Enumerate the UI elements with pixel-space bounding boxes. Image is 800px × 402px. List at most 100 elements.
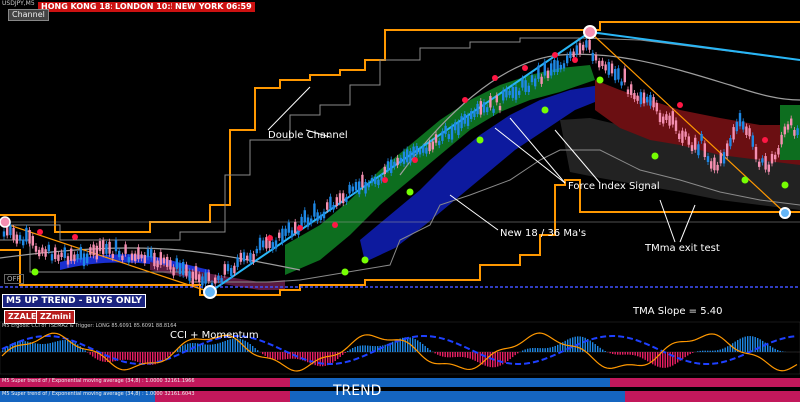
candle-body xyxy=(710,161,713,169)
candle-body xyxy=(431,141,434,150)
cci-hist-bar xyxy=(369,345,371,352)
cci-hist-bar xyxy=(419,342,421,352)
cci-hist-bar xyxy=(167,352,169,357)
cci-hist-bar xyxy=(747,336,749,352)
candle-body xyxy=(178,263,182,274)
zzmini-button[interactable]: ZZmini xyxy=(36,310,76,324)
cci-hist-bar xyxy=(352,347,354,352)
candle-body xyxy=(140,254,143,259)
cci-hist-bar xyxy=(652,352,654,365)
cci-hist-bar xyxy=(769,345,771,352)
cci-hist-bar xyxy=(774,348,776,352)
cci-hist-bar xyxy=(657,352,659,367)
candle-body xyxy=(281,228,284,243)
price-chart[interactable] xyxy=(0,0,800,402)
cci-hist-bar xyxy=(757,338,759,352)
candle-body xyxy=(118,250,121,258)
cci-hist-bar xyxy=(139,352,141,363)
candle-body xyxy=(239,252,242,262)
cci-hist-bar xyxy=(557,344,559,352)
cci-hist-bar xyxy=(509,352,511,360)
buy-dot xyxy=(596,76,604,84)
candle-body xyxy=(70,248,73,261)
candle-body xyxy=(217,275,220,281)
candle-body xyxy=(434,134,438,143)
buy-dot xyxy=(651,152,659,160)
candle-body xyxy=(172,267,175,276)
candle-body xyxy=(617,68,620,80)
cci-hist-bar xyxy=(427,347,429,352)
candle-body xyxy=(668,115,671,126)
candle-body xyxy=(137,247,140,260)
off-toggle[interactable]: OFF xyxy=(4,274,24,284)
candle-body xyxy=(130,253,134,261)
channel-button[interactable]: Channel xyxy=(8,9,49,21)
candle-body xyxy=(646,96,649,103)
candle-body xyxy=(479,101,482,115)
cci-hist-bar xyxy=(59,340,61,352)
cci-hist-bar xyxy=(444,352,446,358)
cci-hist-bar xyxy=(87,352,89,353)
cci-hist-bar xyxy=(534,347,536,352)
candle-body xyxy=(143,254,146,264)
candle-body xyxy=(146,249,150,258)
candle-body xyxy=(543,61,546,76)
candle-body xyxy=(354,182,358,191)
candle-body xyxy=(278,232,281,238)
cci-hist-bar xyxy=(49,343,51,352)
candle-body xyxy=(338,193,342,203)
cci-hist-bar xyxy=(662,352,664,368)
cci-hist-bar xyxy=(742,337,744,352)
cci-hist-bar xyxy=(254,348,256,352)
zigzag-high-marker-left xyxy=(0,216,11,228)
candle-body xyxy=(454,122,457,131)
candle-body xyxy=(591,52,594,61)
candle-body xyxy=(166,256,169,267)
candle-body xyxy=(418,149,422,155)
candle-body xyxy=(191,271,194,285)
candle-body xyxy=(559,64,562,70)
candle-body xyxy=(44,249,47,257)
cci-hist-bar xyxy=(552,346,554,352)
cci-hist-bar xyxy=(332,352,334,363)
sell-dot xyxy=(332,222,338,228)
candle-body xyxy=(623,68,626,83)
cci-hist-bar xyxy=(337,352,339,360)
candle-body xyxy=(182,262,185,275)
candle-body xyxy=(649,95,652,106)
cci-hist-bar xyxy=(179,346,181,352)
candle-body xyxy=(294,221,297,234)
cci-hist-bar xyxy=(449,352,451,358)
cci-hist-bar xyxy=(722,348,724,352)
candle-body xyxy=(447,134,450,139)
candle-body xyxy=(655,103,658,112)
zigzag-low-marker xyxy=(203,285,217,299)
candle-body xyxy=(713,157,716,171)
cci-hist-bar xyxy=(494,352,496,368)
candle-body xyxy=(252,253,255,262)
candle-body xyxy=(521,78,524,88)
candle-body xyxy=(114,240,118,252)
candle-body xyxy=(620,81,623,86)
candle-body xyxy=(262,240,265,248)
cci-hist-bar xyxy=(474,352,476,361)
cci-hist-bar xyxy=(622,352,624,355)
cci-hist-bar xyxy=(544,348,546,352)
candle-body xyxy=(198,274,201,283)
candle-body xyxy=(681,130,684,143)
candle-body xyxy=(351,186,354,192)
cci-hist-bar xyxy=(682,352,684,359)
candle-body xyxy=(562,63,566,69)
candle-body xyxy=(793,129,796,136)
candle-body xyxy=(255,248,258,254)
candle-body xyxy=(658,112,662,123)
sell-dot xyxy=(297,225,303,231)
candle-body xyxy=(153,252,156,267)
cci-hist-bar xyxy=(689,352,691,355)
candle-body xyxy=(767,164,770,172)
cci-hist-bar xyxy=(667,352,669,368)
candle-body xyxy=(92,244,95,256)
cci-hist-bar xyxy=(617,352,619,355)
candle-body xyxy=(249,252,252,263)
candle-body xyxy=(732,127,735,140)
